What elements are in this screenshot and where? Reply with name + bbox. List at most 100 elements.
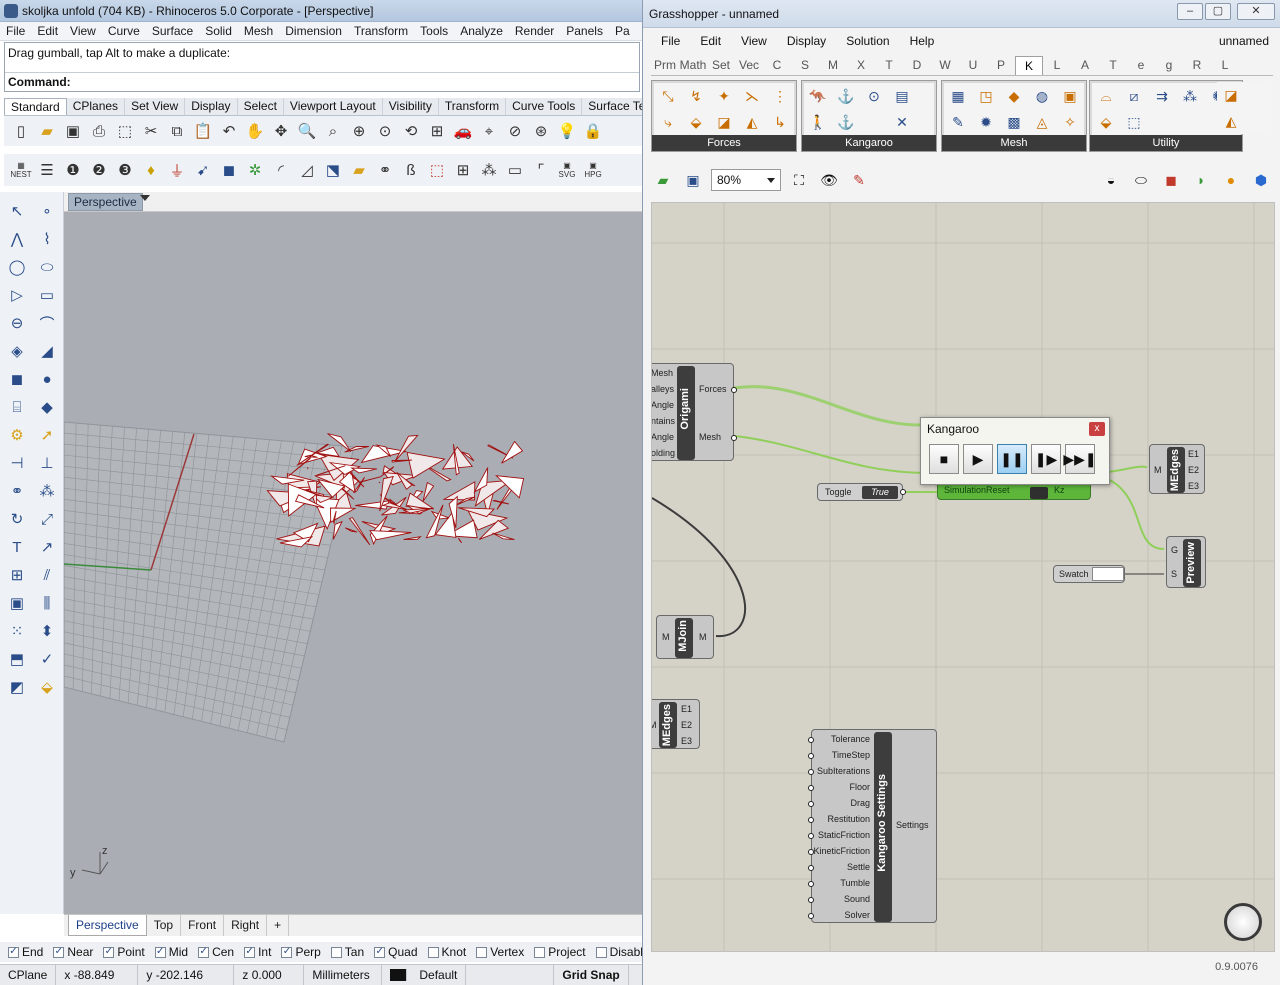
- force-grid-icon[interactable]: ⋮: [773, 88, 787, 105]
- gh-category-tab[interactable]: P: [987, 56, 1015, 75]
- zoom-select[interactable]: 80%: [711, 169, 781, 191]
- kangaroo-close-button[interactable]: x: [1089, 422, 1105, 436]
- tools-icon[interactable]: ✕: [896, 114, 908, 131]
- gh-category-tab[interactable]: A: [1071, 56, 1099, 75]
- tab-curve-tools[interactable]: Curve Tools: [506, 98, 583, 115]
- zoom-selected-icon[interactable]: ⊙: [374, 120, 396, 142]
- list-icon[interactable]: ☰: [36, 159, 58, 181]
- osnap-mid[interactable]: ✓ Mid: [154, 945, 188, 959]
- gh-category-tab[interactable]: L: [1043, 56, 1071, 75]
- rotate-view-icon[interactable]: ✥: [270, 120, 292, 142]
- pan-hand-icon[interactable]: ✋: [244, 120, 266, 142]
- mesh-diamond-icon[interactable]: ◆: [1009, 88, 1020, 105]
- gh-category-tab[interactable]: U: [959, 56, 987, 75]
- cube-small-icon[interactable]: ◩: [4, 676, 30, 698]
- settings-input-grip[interactable]: [808, 897, 814, 903]
- grid-array-icon[interactable]: ⁙: [4, 620, 30, 642]
- gh-menu-solution[interactable]: Solution: [836, 32, 899, 52]
- sheet-icon[interactable]: ⬒: [4, 648, 30, 670]
- save-icon[interactable]: ▣: [62, 120, 84, 142]
- osnap-checkbox[interactable]: [476, 946, 488, 958]
- osnap-knot[interactable]: Knot: [427, 945, 466, 959]
- force-box-icon[interactable]: ◪: [717, 114, 730, 131]
- medges-component-1[interactable]: M MEdges E1 E2 E3: [1149, 444, 1205, 494]
- preview-component[interactable]: G S Preview: [1166, 536, 1206, 588]
- osnap-quad[interactable]: ✓ Quad: [374, 945, 418, 959]
- ellipse-icon[interactable]: ⬭: [34, 256, 60, 278]
- gh-menu-help[interactable]: Help: [900, 32, 945, 52]
- zoom-extents-icon[interactable]: ⛶: [787, 168, 811, 192]
- settings-input-grip[interactable]: [808, 753, 814, 759]
- nest-small-icon[interactable]: ⬍: [34, 620, 60, 642]
- osnap-vertex[interactable]: Vertex: [476, 945, 524, 959]
- osnap-checkbox[interactable]: ✓: [374, 946, 386, 958]
- osnap-point[interactable]: ✓ Point: [103, 945, 145, 959]
- point-icon[interactable]: ∘: [34, 200, 60, 222]
- lock-icon[interactable]: 🔒: [582, 120, 604, 142]
- osnap-checkbox[interactable]: [427, 946, 439, 958]
- rhino-menu-tools[interactable]: Tools: [414, 22, 454, 40]
- stop-button[interactable]: ■: [929, 444, 959, 474]
- force-link-icon[interactable]: ↳: [774, 114, 786, 131]
- gh-menu-edit[interactable]: Edit: [690, 32, 731, 52]
- rhino-menu-analyze[interactable]: Analyze: [454, 22, 509, 40]
- origami-mesh-grip[interactable]: [731, 435, 737, 441]
- osnap-checkbox[interactable]: ✓: [244, 946, 256, 958]
- util-arrows-icon[interactable]: ⇉: [1156, 88, 1168, 105]
- wireframe-icon[interactable]: ⬭: [1129, 168, 1153, 192]
- dimension-icon[interactable]: ↗: [34, 536, 60, 558]
- new-file-icon[interactable]: ▯: [10, 120, 32, 142]
- four-viewports-icon[interactable]: ⊞: [426, 120, 448, 142]
- viewport-tab-add[interactable]: +: [267, 915, 290, 936]
- rectangle-icon[interactable]: ▭: [34, 284, 60, 306]
- sphere-preview-icon[interactable]: ●: [1219, 168, 1243, 192]
- open-folder-icon[interactable]: ▰: [36, 120, 58, 142]
- hexagon-icon[interactable]: ⬢: [1249, 168, 1273, 192]
- settings-input-grip[interactable]: [808, 833, 814, 839]
- tab-standard[interactable]: Standard: [4, 98, 67, 115]
- rhino-menu-render[interactable]: Render: [509, 22, 560, 40]
- settings-input-grip[interactable]: [808, 849, 814, 855]
- ball-2-icon[interactable]: ❷: [88, 159, 110, 181]
- rhino-menu-surface[interactable]: Surface: [146, 22, 199, 40]
- split-icon[interactable]: ⊥: [34, 452, 60, 474]
- lightbulb-icon[interactable]: 💡: [556, 120, 578, 142]
- preview-mode-icon[interactable]: ◒: [1099, 168, 1123, 192]
- mirror-icon[interactable]: ⫽: [34, 564, 60, 586]
- import-icon[interactable]: ⬚: [114, 120, 136, 142]
- ball-1-icon[interactable]: ❶: [62, 159, 84, 181]
- rivet-icon[interactable]: ⏚: [166, 159, 188, 181]
- osnap-near[interactable]: ✓ Near: [53, 945, 93, 959]
- gh-category-tab[interactable]: R: [1183, 56, 1211, 75]
- osnap-tan[interactable]: Tan: [330, 945, 364, 959]
- origami-mesh[interactable]: [266, 433, 525, 548]
- force-tile-icon[interactable]: ◭: [747, 114, 758, 131]
- layout-icon[interactable]: ⫼: [34, 592, 60, 614]
- origami-component[interactable]: Mesh alleys Angle ntains Angle olding Or…: [652, 363, 737, 461]
- rhino-menu-file[interactable]: File: [0, 22, 31, 40]
- osnap-checkbox[interactable]: ✓: [154, 946, 166, 958]
- circle-icon[interactable]: ◯: [4, 256, 30, 278]
- mesh-grid-icon[interactable]: ▦: [951, 88, 964, 105]
- gh-navigation-widget[interactable]: [1224, 903, 1262, 941]
- folder-icon[interactable]: ▰: [348, 159, 370, 181]
- force-spring-icon[interactable]: ⤡: [662, 88, 673, 105]
- viewport-tab-front[interactable]: Front: [181, 915, 225, 936]
- settings-input-grip[interactable]: [808, 769, 814, 775]
- anchor-icon[interactable]: ⚓: [837, 88, 854, 105]
- trim-icon[interactable]: ⊣: [4, 452, 30, 474]
- rhino-menu-curve[interactable]: Curve: [102, 22, 146, 40]
- gh-category-tab[interactable]: T: [875, 56, 903, 75]
- perspective-viewport[interactable]: y z: [64, 212, 642, 914]
- fold-icon[interactable]: ⬔: [322, 159, 344, 181]
- hp-icon[interactable]: ▣ HPG: [582, 159, 604, 181]
- undo-view-icon[interactable]: ⟲: [400, 120, 422, 142]
- lamp-icon[interactable]: ♦: [140, 159, 162, 181]
- osnap-cen[interactable]: ✓ Cen: [198, 945, 234, 959]
- zoom-extents-icon[interactable]: ⊕: [348, 120, 370, 142]
- rhino-menu-edit[interactable]: Edit: [31, 22, 64, 40]
- tab-select[interactable]: Select: [238, 98, 284, 115]
- star-icon[interactable]: ✲: [244, 159, 266, 181]
- util-bowl-icon[interactable]: ⌓: [1100, 88, 1111, 105]
- gh-menu-display[interactable]: Display: [777, 32, 836, 52]
